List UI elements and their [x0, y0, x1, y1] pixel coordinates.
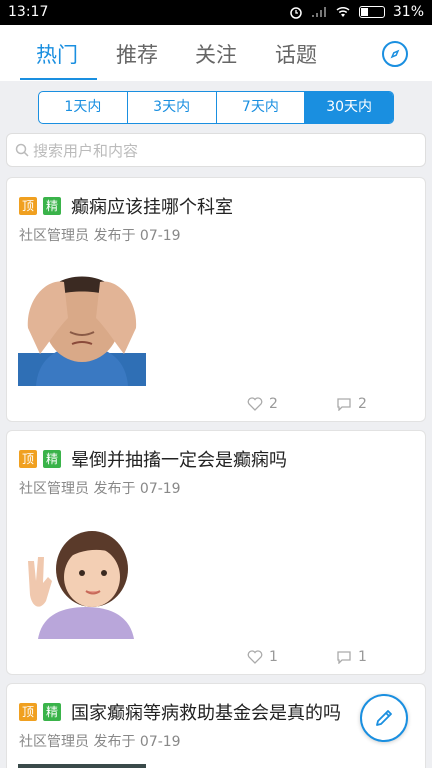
pencil-icon — [376, 710, 392, 726]
like-count: 2 — [269, 396, 278, 412]
post-thumbnail[interactable] — [18, 511, 146, 639]
post-author[interactable]: 社区管理员 — [19, 481, 89, 497]
comment-count: 2 — [358, 396, 367, 412]
active-tab-indicator — [20, 78, 97, 80]
battery-percent: 31% — [392, 4, 424, 20]
pinned-badge: 顶 — [19, 450, 37, 468]
post-meta: 社区管理员 发布于 07-19 — [19, 478, 181, 498]
essence-badge: 精 — [43, 703, 61, 721]
filter-1-day[interactable]: 1天内 — [39, 92, 128, 123]
post-card[interactable]: 顶 精 癫痫应该挂哪个科室 社区管理员 发布于 07-19 2 2 — [6, 177, 426, 422]
time-filter: 1天内 3天内 7天内 30天内 — [38, 91, 394, 124]
search-icon — [15, 143, 29, 157]
essence-badge: 精 — [43, 450, 61, 468]
man-holding-head-image — [18, 258, 146, 386]
compass-icon[interactable] — [382, 41, 408, 67]
tab-topics[interactable]: 话题 — [275, 39, 317, 69]
heart-outline-icon — [247, 650, 263, 664]
tab-follow[interactable]: 关注 — [195, 39, 237, 69]
essence-badge: 精 — [43, 197, 61, 215]
search-input[interactable] — [33, 138, 413, 164]
battery-icon — [358, 6, 385, 18]
post-title[interactable]: 晕倒并抽搐一定会是癫痫吗 — [71, 446, 287, 472]
top-tab-bar: 热门 推荐 关注 话题 — [0, 25, 432, 81]
post-title[interactable]: 癫痫应该挂哪个科室 — [71, 193, 233, 219]
post-meta: 社区管理员 发布于 07-19 — [19, 731, 181, 751]
post-thumbnail[interactable] — [18, 764, 146, 768]
filter-7-days[interactable]: 7天内 — [217, 92, 306, 123]
comment-bubble-icon — [337, 651, 351, 664]
post-author[interactable]: 社区管理员 — [19, 228, 89, 244]
like-count: 1 — [269, 649, 278, 665]
comment-count: 1 — [358, 649, 367, 665]
published-label: 发布于 — [93, 481, 136, 497]
toddler-waving-image — [18, 511, 146, 639]
post-thumbnail[interactable] — [18, 258, 146, 386]
like-stat[interactable]: 1 — [247, 649, 278, 665]
compose-button[interactable] — [360, 694, 408, 742]
signal-icon — [311, 7, 326, 17]
heart-outline-icon — [247, 397, 263, 411]
post-title[interactable]: 国家癫痫等病救助基金会是真的吗 — [71, 699, 341, 725]
alarm-icon — [290, 7, 302, 19]
post-date: 07-19 — [139, 481, 181, 497]
post-date: 07-19 — [139, 734, 181, 750]
status-time: 13:17 — [8, 4, 49, 20]
filter-3-days[interactable]: 3天内 — [128, 92, 217, 123]
filter-30-days[interactable]: 30天内 — [305, 92, 393, 123]
comment-bubble-icon — [337, 398, 351, 411]
pinned-badge: 顶 — [19, 197, 37, 215]
post-meta: 社区管理员 发布于 07-19 — [19, 225, 181, 245]
like-stat[interactable]: 2 — [247, 396, 278, 412]
status-bar: 13:17 31% — [0, 0, 432, 25]
comment-stat[interactable]: 2 — [336, 396, 367, 412]
pinned-badge: 顶 — [19, 703, 37, 721]
wifi-icon — [336, 6, 350, 17]
published-label: 发布于 — [93, 734, 136, 750]
search-bar — [6, 133, 426, 167]
published-label: 发布于 — [93, 228, 136, 244]
post-card[interactable]: 顶 精 晕倒并抽搐一定会是癫痫吗 社区管理员 发布于 07-19 1 1 — [6, 430, 426, 675]
tab-hot[interactable]: 热门 — [36, 39, 78, 69]
tab-recommend[interactable]: 推荐 — [116, 39, 158, 69]
comment-stat[interactable]: 1 — [336, 649, 367, 665]
post-date: 07-19 — [139, 228, 181, 244]
post-author[interactable]: 社区管理员 — [19, 734, 89, 750]
